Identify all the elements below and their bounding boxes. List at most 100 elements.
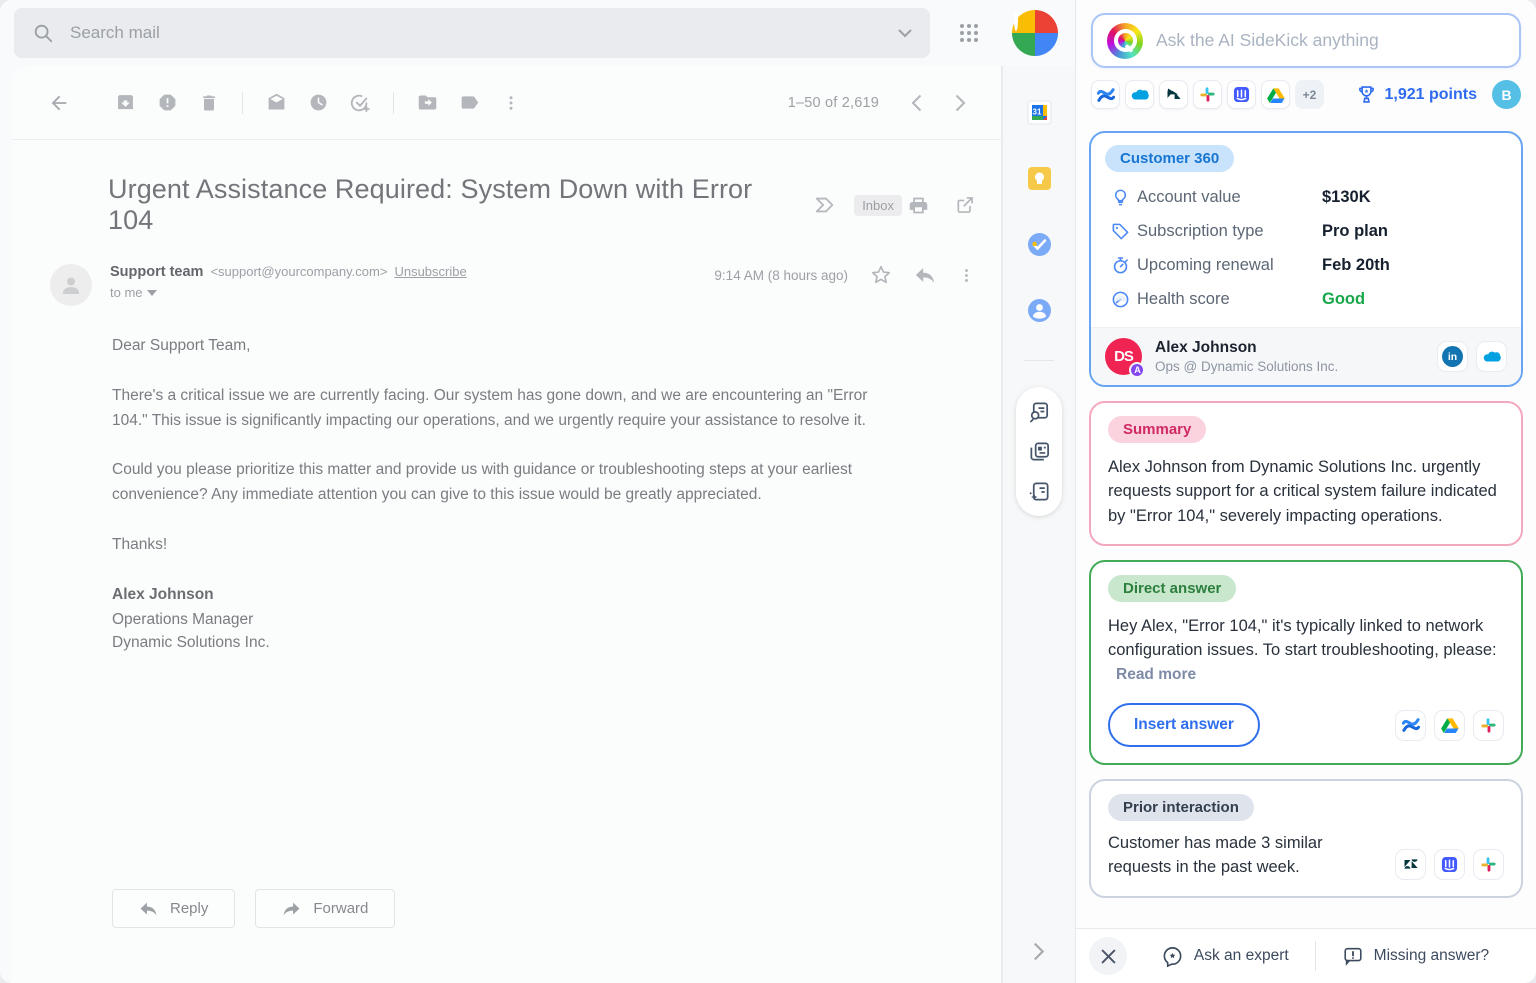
slack-source-icon[interactable] (1473, 710, 1504, 741)
star-icon[interactable] (870, 264, 892, 286)
linkedin-icon[interactable]: in (1437, 341, 1468, 372)
message-more-icon[interactable] (958, 267, 975, 284)
ask-expert-label: Ask an expert (1194, 947, 1289, 965)
forward-label: Forward (313, 900, 368, 917)
company-logo: DS A (1105, 338, 1142, 375)
gauge-icon (1111, 290, 1137, 309)
customer-360-card: Customer 360 Account value $130K (1089, 131, 1523, 387)
stopwatch-icon (1111, 256, 1137, 275)
ask-ai-input[interactable] (1156, 30, 1505, 51)
reply-button[interactable]: Reply (112, 889, 235, 928)
trophy-icon (1356, 84, 1377, 105)
close-icon[interactable] (1089, 937, 1127, 975)
intercom-icon[interactable] (1227, 80, 1256, 109)
avatar-initial: B (1501, 87, 1511, 103)
body-paragraph: There's a critical issue we are currentl… (112, 384, 881, 434)
signature-role: Operations Manager (112, 608, 881, 631)
prior-interaction-card: Prior interaction Customer has made 3 si… (1089, 779, 1523, 898)
row-label: Account value (1137, 188, 1322, 207)
email-timestamp: 9:14 AM (8 hours ago) (714, 268, 848, 283)
keep-icon[interactable] (1019, 158, 1059, 198)
slack-icon[interactable] (1193, 80, 1222, 109)
reply-icon[interactable] (914, 266, 936, 285)
older-chevron-icon[interactable] (945, 88, 975, 118)
direct-answer-badge: Direct answer (1108, 575, 1236, 602)
summary-card: Summary Alex Johnson from Dynamic Soluti… (1089, 401, 1523, 546)
contacts-icon[interactable] (1019, 290, 1059, 330)
ai-sidekick-panel: +2 1,921 points B Cust (1075, 0, 1536, 983)
sidekick-tools-pill (1016, 387, 1062, 516)
label-icon[interactable] (448, 82, 490, 124)
search-icon (32, 22, 54, 44)
confluence-source-icon[interactable] (1395, 710, 1426, 741)
tasks-icon[interactable] (1019, 224, 1059, 264)
important-label-icon[interactable] (814, 196, 836, 214)
mark-unread-icon[interactable] (255, 82, 297, 124)
points-label: 1,921 points (1385, 86, 1477, 104)
google-drive-icon[interactable] (1261, 80, 1290, 109)
recipient-line[interactable]: to me (110, 285, 714, 300)
calendar-icon[interactable]: 31 (1019, 92, 1059, 132)
inbox-label-text: Inbox (862, 198, 894, 213)
sidekick-user-avatar[interactable]: B (1492, 80, 1521, 109)
points-counter[interactable]: 1,921 points (1356, 84, 1477, 105)
svg-text:31: 31 (1032, 107, 1041, 116)
search-options-caret-icon[interactable] (898, 29, 912, 38)
ai-compose-icon[interactable] (1028, 480, 1051, 503)
row-value: Pro plan (1322, 222, 1388, 241)
row-label: Health score (1137, 290, 1322, 309)
body-paragraph: Could you please prioritize this matter … (112, 458, 881, 508)
body-paragraph: Thanks! (112, 533, 881, 558)
zendesk-icon[interactable] (1159, 80, 1188, 109)
app-window: 1–50 of 2,619 Urgent Assistance Required… (0, 0, 1536, 983)
search-docs-icon[interactable] (1028, 400, 1051, 423)
mail-search-bar[interactable] (14, 8, 930, 58)
row-label: Subscription type (1137, 222, 1322, 241)
sidekick-footer: Ask an expert Missing answer? (1076, 928, 1536, 983)
more-options-icon[interactable] (490, 82, 532, 124)
missing-answer-button[interactable]: Missing answer? (1342, 945, 1489, 967)
google-drive-source-icon[interactable] (1434, 710, 1465, 741)
expert-icon (1161, 945, 1184, 968)
back-arrow-icon[interactable] (38, 82, 80, 124)
read-more-link[interactable]: Read more (1116, 666, 1196, 683)
salesforce-contact-icon[interactable] (1476, 341, 1507, 372)
insert-answer-button[interactable]: Insert answer (1108, 703, 1260, 747)
recipient-text: to me (110, 285, 143, 300)
forward-button[interactable]: Forward (255, 889, 395, 928)
confluence-icon[interactable] (1091, 80, 1120, 109)
inbox-label-chip[interactable]: Inbox (854, 195, 902, 216)
apps-grid-icon[interactable] (948, 12, 990, 54)
salesforce-icon[interactable] (1125, 80, 1154, 109)
unsubscribe-link[interactable]: Unsubscribe (394, 264, 466, 279)
tag-icon (1111, 222, 1137, 241)
snooze-icon[interactable] (297, 82, 339, 124)
newer-chevron-icon[interactable] (901, 88, 931, 118)
user-avatar[interactable] (1012, 10, 1058, 56)
summary-badge: Summary (1108, 416, 1206, 443)
ask-expert-button[interactable]: Ask an expert (1161, 945, 1289, 968)
copy-docs-icon[interactable] (1028, 440, 1051, 463)
company-logo-badge: A (1129, 362, 1145, 378)
archive-icon[interactable] (104, 82, 146, 124)
add-to-tasks-icon[interactable] (339, 82, 381, 124)
move-to-icon[interactable] (406, 82, 448, 124)
search-input[interactable] (70, 23, 898, 43)
report-spam-icon[interactable] (146, 82, 188, 124)
slack-source-icon[interactable] (1473, 849, 1504, 880)
signature-name: Alex Johnson (112, 583, 881, 608)
open-in-new-icon[interactable] (955, 195, 975, 215)
more-apps-badge[interactable]: +2 (1295, 80, 1324, 109)
linkedin-text: in (1448, 351, 1457, 363)
email-toolbar: 1–50 of 2,619 (12, 66, 1001, 140)
zendesk-source-icon[interactable] (1395, 849, 1426, 880)
print-icon[interactable] (908, 195, 929, 216)
ask-ai-bar[interactable] (1091, 13, 1521, 68)
gmail-topbar (0, 0, 1075, 66)
lightbulb-icon (1111, 188, 1137, 207)
direct-answer-text: Hey Alex, "Error 104," it's typically li… (1108, 617, 1497, 659)
intercom-source-icon[interactable] (1434, 849, 1465, 880)
direct-answer-card: Direct answer Hey Alex, "Error 104," it'… (1089, 560, 1523, 765)
collapse-panel-chevron-icon[interactable] (1033, 942, 1045, 961)
delete-icon[interactable] (188, 82, 230, 124)
